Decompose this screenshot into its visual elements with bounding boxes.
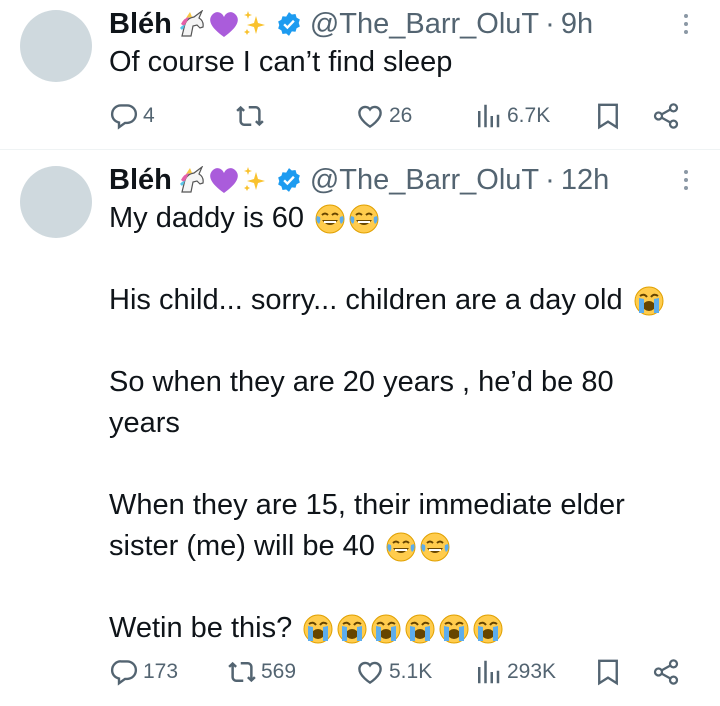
tweet-line: Of course I can’t find sleep [109, 46, 453, 78]
tweet-header: Bléh @The_Barr_OluT · 9h [109, 6, 680, 42]
views-icon [478, 104, 500, 128]
face-with-tears-of-joy-icon [385, 531, 417, 563]
separator-dot: · [545, 164, 555, 196]
views-button[interactable]: 293K [473, 654, 556, 690]
retweet-icon [228, 661, 256, 683]
face-with-tears-of-joy-icon [419, 531, 451, 563]
like-count: 5.1K [389, 660, 433, 683]
verified-badge-icon [276, 11, 302, 37]
like-button[interactable]: 26 [355, 98, 412, 134]
like-icon [358, 105, 382, 129]
share-icon [653, 103, 679, 129]
reply-count: 173 [143, 660, 179, 683]
tweet[interactable]: Bléh @The_Barr_OluT · 12h My daddy is 60… [0, 150, 720, 706]
sparkles-icon [242, 166, 268, 194]
like-count: 26 [389, 104, 413, 127]
loudly-crying-face-icon [370, 613, 402, 645]
loudly-crying-face-icon [336, 613, 368, 645]
loudly-crying-face-icon [472, 613, 504, 645]
display-name[interactable]: Bléh [109, 6, 172, 42]
reply-button[interactable]: 173 [109, 654, 178, 690]
tweet-line: So when they are 20 years , he’d be 80 [109, 366, 614, 398]
purple-heart-icon [208, 166, 240, 194]
loudly-crying-face-icon [438, 613, 470, 645]
views-button[interactable]: 6.7K [473, 98, 550, 134]
reply-icon [110, 104, 138, 130]
share-button[interactable] [651, 98, 681, 134]
face-with-tears-of-joy-icon [348, 203, 380, 235]
unicorn-icon [178, 166, 208, 194]
retweet-button[interactable] [235, 98, 269, 134]
avatar[interactable] [20, 166, 92, 238]
like-icon [358, 661, 382, 685]
like-button[interactable]: 5.1K [355, 654, 432, 690]
tweet[interactable]: Bléh @The_Barr_OluT · 9h Of course I can… [0, 0, 720, 150]
bookmark-icon [598, 659, 618, 686]
avatar[interactable] [20, 10, 92, 82]
display-name[interactable]: Bléh [109, 162, 172, 198]
tweet-line: My daddy is 60 [109, 198, 700, 239]
action-bar: 173 569 5.1K 293K [109, 654, 700, 690]
views-count: 6.7K [507, 104, 551, 127]
timestamp[interactable]: 9h [561, 6, 593, 42]
retweet-count: 569 [261, 660, 297, 683]
retweet-button[interactable]: 569 [227, 654, 296, 690]
tweet-line: years [109, 407, 180, 439]
handle[interactable]: @The_Barr_OluT [310, 6, 539, 42]
loudly-crying-face-icon [633, 285, 665, 317]
reply-count: 4 [143, 104, 155, 127]
bookmark-button[interactable] [593, 654, 623, 690]
purple-heart-icon [208, 10, 240, 38]
sparkles-icon [242, 10, 268, 38]
unicorn-icon [178, 10, 208, 38]
tweet-header: Bléh @The_Barr_OluT · 12h [109, 162, 680, 198]
share-button[interactable] [651, 654, 681, 690]
loudly-crying-face-icon [404, 613, 436, 645]
tweet-line: sister (me) will be 40 [109, 526, 700, 567]
handle[interactable]: @The_Barr_OluT [310, 162, 539, 198]
tweet-text: My daddy is 60 His child... sorry... chi… [109, 198, 700, 649]
action-bar: 4 26 6.7K [109, 98, 700, 134]
face-with-tears-of-joy-icon [314, 203, 346, 235]
more-options-icon[interactable] [674, 6, 698, 42]
more-options-icon[interactable] [674, 162, 698, 198]
timestamp[interactable]: 12h [561, 162, 609, 198]
loudly-crying-face-icon [302, 613, 334, 645]
reply-button[interactable]: 4 [109, 98, 155, 134]
bookmark-button[interactable] [593, 98, 623, 134]
separator-dot: · [545, 8, 555, 40]
tweet-line: Wetin be this? [109, 608, 700, 649]
share-icon [653, 659, 679, 685]
views-count: 293K [507, 660, 557, 683]
tweet-text: Of course I can’t find sleep [109, 42, 700, 83]
tweet-line: When they are 15, their immediate elder [109, 489, 625, 521]
reply-icon [110, 660, 138, 686]
tweet-line: His child... sorry... children are a day… [109, 280, 700, 321]
views-icon [478, 660, 500, 684]
verified-badge-icon [276, 167, 302, 193]
retweet-icon [236, 105, 264, 127]
bookmark-icon [598, 103, 618, 130]
